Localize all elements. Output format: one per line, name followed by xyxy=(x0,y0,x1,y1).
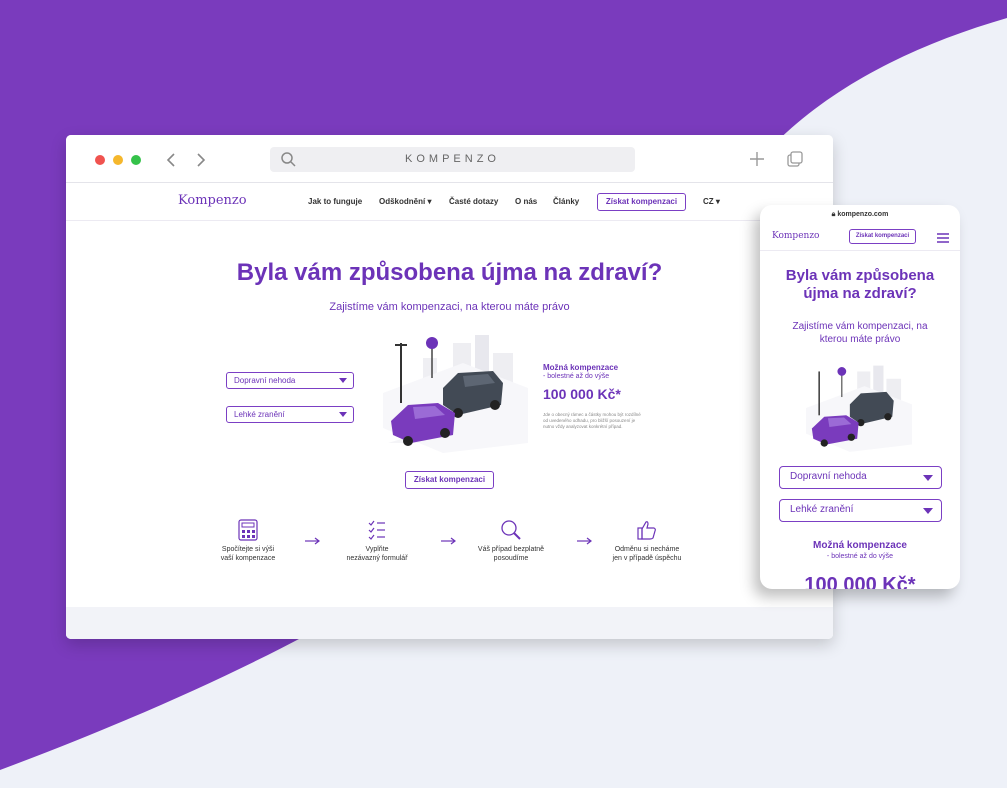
chevron-down-icon xyxy=(923,508,933,514)
address-text: KOMPENZO xyxy=(405,153,500,165)
checklist-icon xyxy=(368,520,385,540)
hero-cta-button[interactable]: Získat kompenzaci xyxy=(405,471,494,489)
mobile-accident-type-value: Dopravní nehoda xyxy=(790,471,867,482)
mobile-possible-compensation-label: Možná kompenzace xyxy=(813,540,907,551)
mobile-injury-type-select[interactable]: Lehké zranění xyxy=(779,499,942,522)
forward-icon[interactable] xyxy=(190,150,210,170)
browser-toolbar: KOMPENZO xyxy=(66,135,833,183)
lock-icon: 🔒︎ xyxy=(831,211,836,218)
possible-compensation-sub: - bolestné až do výše xyxy=(543,373,610,380)
nav-compensation-label: Odškodnění xyxy=(379,197,426,206)
nav-faq[interactable]: Časté dotazy xyxy=(449,197,498,206)
maximize-dot[interactable] xyxy=(131,155,141,165)
hero-subtitle: Zajistíme vám kompenzaci, na kterou máte… xyxy=(329,301,570,313)
mobile-hero-title: Byla vám způsobena újma na zdraví? xyxy=(785,267,935,302)
mobile-url-text: kompenzo.com xyxy=(837,211,889,218)
chevron-down-icon xyxy=(923,475,933,481)
back-icon[interactable] xyxy=(162,150,182,170)
chevron-down-icon: ▾ xyxy=(715,197,720,206)
car-accident-illustration xyxy=(383,335,528,453)
step-label: Spočítejte si výši vaší kompenzace xyxy=(220,546,276,562)
hamburger-menu-icon[interactable] xyxy=(937,233,949,243)
step-calculate: Spočítejte si výši vaší kompenzace xyxy=(198,519,298,563)
close-dot[interactable] xyxy=(95,155,105,165)
site-logo[interactable]: Kompenzo xyxy=(178,193,247,208)
minimize-dot[interactable] xyxy=(113,155,123,165)
car-accident-illustration xyxy=(806,365,912,452)
calculator-icon xyxy=(238,519,258,541)
browser-window: KOMPENZO Kompenzo Jak to funguje Odškodn… xyxy=(66,135,833,639)
thumbs-up-icon xyxy=(637,521,656,540)
mobile-hero-subtitle: Zajistíme vám kompenzaci, na kterou máte… xyxy=(792,321,928,345)
step-review: Váš případ bezplatně posoudíme xyxy=(461,519,561,563)
tabs-icon[interactable] xyxy=(786,150,804,168)
arrow-right-icon xyxy=(305,537,320,545)
website: Kompenzo Jak to funguje Odškodnění ▾ Čas… xyxy=(66,183,833,639)
chevron-down-icon xyxy=(339,412,347,417)
site-navbar: Kompenzo Jak to funguje Odškodnění ▾ Čas… xyxy=(66,183,833,221)
step-label: Váš případ bezplatně posoudíme xyxy=(477,546,545,562)
arrow-right-icon xyxy=(577,537,592,545)
nav-compensation[interactable]: Odškodnění ▾ xyxy=(379,197,431,206)
hero-title: Byla vám způsobena újma na zdraví? xyxy=(236,259,663,286)
chevron-down-icon: ▾ xyxy=(427,197,432,206)
compensation-amount: 100 000 Kč* xyxy=(543,386,621,402)
language-label: CZ xyxy=(703,197,714,206)
nav-articles[interactable]: Články xyxy=(553,197,579,206)
mobile-injury-type-value: Lehké zranění xyxy=(790,504,854,515)
magnifier-icon xyxy=(501,520,521,540)
step-form: Vyplňte nezávazný formulář xyxy=(327,519,427,563)
mobile-url: 🔒︎ kompenzo.com xyxy=(760,211,960,219)
mobile-mockup: 🔒︎ kompenzo.com Kompenzo Získat kompenza… xyxy=(760,205,960,589)
accident-type-value: Dopravní nehoda xyxy=(234,376,296,385)
footer-band xyxy=(66,607,833,639)
nav-cta-button[interactable]: Získat kompenzaci xyxy=(597,193,686,211)
address-bar[interactable]: KOMPENZO xyxy=(270,147,635,172)
mobile-accident-type-select[interactable]: Dopravní nehoda xyxy=(779,466,942,489)
step-success-fee: Odměnu si necháme jen v případě úspěchu xyxy=(597,519,697,563)
chevron-down-icon xyxy=(339,378,347,383)
mobile-compensation-amount: 100 000 Kč* xyxy=(804,574,916,589)
mobile-logo[interactable]: Kompenzo xyxy=(772,231,819,241)
accident-type-select[interactable]: Dopravní nehoda xyxy=(226,372,354,389)
nav-how-it-works[interactable]: Jak to funguje xyxy=(308,197,362,206)
plus-icon[interactable] xyxy=(748,150,766,168)
mobile-cta-button[interactable]: Získat kompenzaci xyxy=(849,229,916,244)
language-select[interactable]: CZ ▾ xyxy=(703,197,720,206)
mobile-possible-compensation-sub: - bolestné až do výše xyxy=(826,553,894,560)
step-label: Vyplňte nezávazný formulář xyxy=(346,546,408,562)
step-label: Odměnu si necháme jen v případě úspěchu xyxy=(612,546,682,562)
injury-type-value: Lehké zranění xyxy=(234,410,285,419)
mobile-navbar: Kompenzo Získat kompenzaci xyxy=(760,225,960,251)
disclaimer-note: Jde o obecný rámec a částky mohou být ro… xyxy=(543,412,641,429)
injury-type-select[interactable]: Lehké zranění xyxy=(226,406,354,423)
arrow-right-icon xyxy=(441,537,456,545)
possible-compensation-label: Možná kompenzace xyxy=(543,363,619,372)
nav-about[interactable]: O nás xyxy=(515,197,537,206)
